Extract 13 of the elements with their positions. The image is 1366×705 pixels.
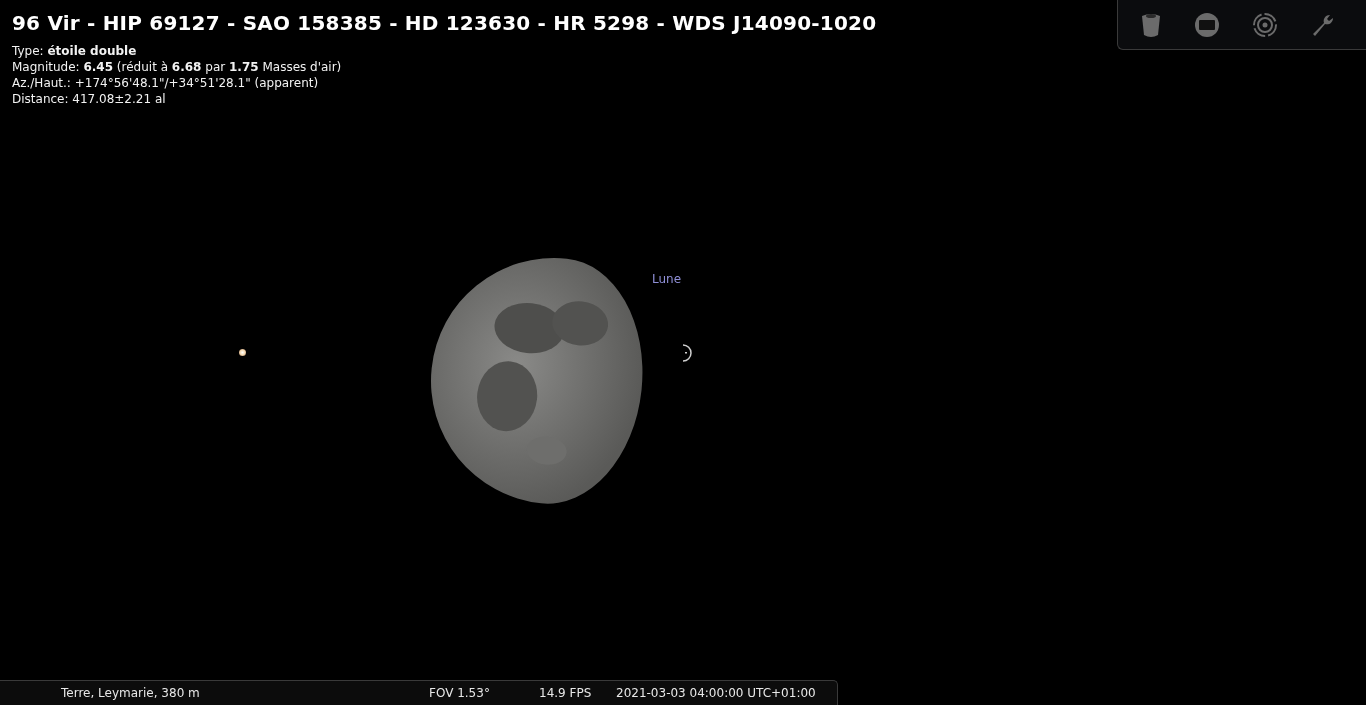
- fps-text: 14.9 FPS: [539, 686, 593, 700]
- location-text: Terre, Leymarie, 380 m: [61, 686, 201, 700]
- object-info-line: Type: étoile double: [12, 43, 137, 59]
- target-icon[interactable]: [1252, 11, 1278, 38]
- object-info-line: Magnitude: 6.45 (réduit à 6.68 par 1.75 Masses d'air): [12, 59, 342, 75]
- object-title: 96 Vir - HIP 69127 - SAO 158385 - HD 123630 - HR 5298 - WDS J14090-1020: [12, 11, 877, 35]
- cylinder-icon[interactable]: [1140, 11, 1162, 38]
- fov-text: FOV 1.53°: [429, 686, 491, 700]
- datetime-text: 2021-03-03 04:00:00 UTC+01:00: [616, 686, 816, 700]
- screen-icon[interactable]: [1194, 11, 1220, 38]
- object-label[interactable]: Lune: [652, 272, 682, 286]
- object-info-line: Az./Haut.: +174°56'48.1"/+34°51'28.1" (apparent): [12, 75, 319, 91]
- object-info-line: Distance: 417.08±2.21 al: [12, 91, 166, 107]
